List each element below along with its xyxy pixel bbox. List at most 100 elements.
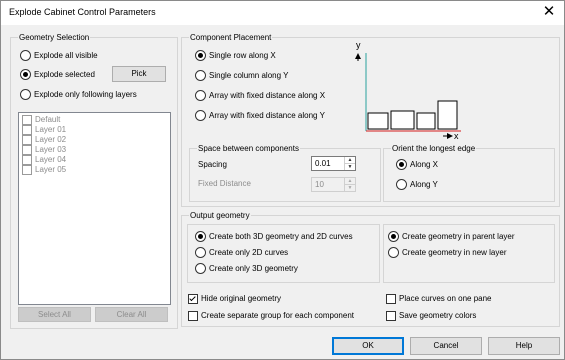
list-item-label: Default <box>35 115 61 124</box>
pick-button[interactable]: Pick <box>112 66 166 82</box>
radio-selected-icon <box>396 159 407 170</box>
checkbox-icon <box>188 310 198 321</box>
option-label: Single row along X <box>209 51 276 60</box>
list-item[interactable]: Layer 01 <box>22 125 66 135</box>
spin-up-icon[interactable]: ▲ <box>345 157 355 164</box>
list-item[interactable]: Layer 04 <box>22 155 66 165</box>
spin-arrows[interactable]: ▲ ▼ <box>344 178 355 191</box>
radio-selected-icon <box>195 50 206 61</box>
explode-selected-label: Explode selected <box>34 70 95 79</box>
close-icon[interactable]: ✕ <box>542 3 556 21</box>
list-item-label: Layer 03 <box>35 145 67 154</box>
checkbox-label: Hide original geometry <box>201 294 282 303</box>
option-label: Create geometry in parent layer <box>402 232 515 241</box>
checkbox-label: Save geometry colors <box>399 311 477 320</box>
list-item[interactable]: Default <box>22 115 60 125</box>
separate-group-checkbox[interactable]: Create separate group for each component <box>188 310 354 321</box>
explode-selected-radio[interactable]: Explode selected <box>20 69 95 80</box>
fixed-distance-stepper[interactable]: ▲ ▼ <box>311 177 356 192</box>
checkbox-icon <box>386 293 396 304</box>
list-item-label: Layer 04 <box>35 155 67 164</box>
option-label: Array with fixed distance along X <box>209 91 326 100</box>
checkbox-icon <box>22 125 32 135</box>
option-label: Create geometry in new layer <box>402 248 507 257</box>
option-label: Create both 3D geometry and 2D curves <box>209 232 353 241</box>
option-label: Array with fixed distance along Y <box>209 111 325 120</box>
checkbox-icon <box>22 155 32 165</box>
component-box <box>390 110 415 130</box>
single-row-x-radio[interactable]: Single row along X <box>195 50 276 61</box>
orient-group: Orient the longest edge <box>383 143 555 202</box>
orient-title: Orient the longest edge <box>391 143 477 154</box>
explode-all-radio[interactable]: Explode all visible <box>20 50 98 61</box>
radio-icon <box>20 89 31 100</box>
spacing-stepper[interactable]: ▲ ▼ <box>311 156 356 171</box>
list-item[interactable]: Layer 02 <box>22 135 66 145</box>
checkbox-icon <box>386 310 396 321</box>
ok-button[interactable]: OK <box>332 337 404 355</box>
radio-selected-icon <box>195 231 206 242</box>
along-x-radio[interactable]: Along X <box>396 159 438 170</box>
component-box <box>367 112 389 130</box>
spin-up-icon[interactable]: ▲ <box>345 178 355 185</box>
radio-icon <box>195 90 206 101</box>
geometry-selection-title: Geometry Selection <box>18 32 91 43</box>
list-item[interactable]: Layer 03 <box>22 145 66 155</box>
list-item-label: Layer 01 <box>35 125 67 134</box>
only-3d-radio[interactable]: Create only 3D geometry <box>195 263 298 274</box>
cancel-button[interactable]: Cancel <box>410 337 482 355</box>
new-layer-radio[interactable]: Create geometry in new layer <box>388 247 507 258</box>
space-between-title: Space between components <box>197 143 300 154</box>
radio-icon <box>195 247 206 258</box>
checkbox-label: Create separate group for each component <box>201 311 354 320</box>
radio-selected-icon <box>388 231 399 242</box>
checkbox-label: Place curves on one pane <box>399 294 492 303</box>
y-axis-arrow-icon <box>355 53 361 59</box>
checkbox-icon <box>22 115 32 125</box>
x-axis-label: x <box>454 131 459 141</box>
radio-icon <box>396 179 407 190</box>
select-all-button[interactable]: Select All <box>18 307 91 322</box>
spin-down-icon[interactable]: ▼ <box>345 185 355 191</box>
dialog-window: Explode Cabinet Control Parameters ✕ Geo… <box>0 0 565 360</box>
spacing-label: Spacing <box>198 160 227 169</box>
window-title: Explode Cabinet Control Parameters <box>9 7 156 17</box>
spin-down-icon[interactable]: ▼ <box>345 164 355 170</box>
option-label: Create only 3D geometry <box>209 264 298 273</box>
radio-icon <box>20 50 31 61</box>
fixed-distance-label: Fixed Distance <box>198 179 251 188</box>
help-button[interactable]: Help <box>488 337 560 355</box>
option-label: Create only 2D curves <box>209 248 289 257</box>
fixed-distance-input[interactable] <box>312 178 347 191</box>
checkbox-icon <box>22 145 32 155</box>
clear-all-button[interactable]: Clear All <box>95 307 168 322</box>
component-box <box>416 112 436 130</box>
y-axis-label: y <box>356 40 361 50</box>
one-pane-checkbox[interactable]: Place curves on one pane <box>386 293 492 304</box>
radio-icon <box>195 70 206 81</box>
x-axis-arrow-icon <box>447 133 453 139</box>
array-fixed-y-radio[interactable]: Array with fixed distance along Y <box>195 110 325 121</box>
explode-all-label: Explode all visible <box>34 51 98 60</box>
only-2d-radio[interactable]: Create only 2D curves <box>195 247 288 258</box>
along-y-label: Along Y <box>410 180 438 189</box>
checkbox-icon <box>22 165 32 175</box>
save-colors-checkbox[interactable]: Save geometry colors <box>386 310 476 321</box>
layer-list[interactable]: Default Layer 01 Layer 02 Layer 03 Layer… <box>18 112 171 305</box>
single-column-y-radio[interactable]: Single column along Y <box>195 70 288 81</box>
both-3d-2d-radio[interactable]: Create both 3D geometry and 2D curves <box>195 231 353 242</box>
spacing-input[interactable] <box>312 157 347 170</box>
radio-icon <box>388 247 399 258</box>
placement-preview-diagram: y x <box>355 40 461 141</box>
spin-arrows[interactable]: ▲ ▼ <box>344 157 355 170</box>
list-item[interactable]: Layer 05 <box>22 165 66 175</box>
parent-layer-radio[interactable]: Create geometry in parent layer <box>388 231 515 242</box>
array-fixed-x-radio[interactable]: Array with fixed distance along X <box>195 90 325 101</box>
component-box <box>437 100 458 130</box>
explode-layers-radio[interactable]: Explode only following layers <box>20 89 137 100</box>
radio-icon <box>195 110 206 121</box>
radio-icon <box>195 263 206 274</box>
hide-original-checkbox[interactable]: Hide original geometry <box>188 293 281 304</box>
along-y-radio[interactable]: Along Y <box>396 179 438 190</box>
along-x-label: Along X <box>410 160 439 169</box>
